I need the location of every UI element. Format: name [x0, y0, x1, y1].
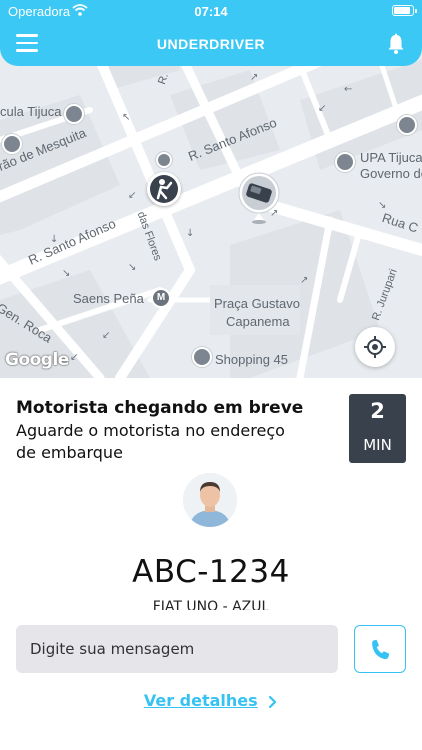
- phone-icon: [372, 639, 390, 660]
- app-title: UNDERDRIVER: [156, 36, 266, 52]
- eta-value: 2: [370, 399, 385, 423]
- hospital-poi-icon[interactable]: [335, 152, 355, 172]
- bell-icon[interactable]: [384, 32, 408, 56]
- svg-text:←: ←: [344, 84, 352, 95]
- map-label-praca-gustavo: Praça Gustavo: [214, 296, 300, 311]
- vehicle-model: FIAT UNO - AZUL: [152, 599, 270, 610]
- map-label-cula-tijuca: cula Tijuca: [0, 104, 62, 119]
- shopping-bag-poi-icon[interactable]: [64, 104, 84, 124]
- restaurant-poi-icon[interactable]: [2, 134, 22, 154]
- view-details-link[interactable]: Ver detalhes: [0, 691, 422, 711]
- svg-text:↙: ↙: [70, 352, 78, 363]
- svg-text:↗: ↗: [250, 72, 258, 83]
- svg-text:↖: ↖: [122, 112, 130, 123]
- call-driver-button[interactable]: [354, 625, 406, 673]
- message-input[interactable]: [16, 625, 338, 673]
- ride-status-subtext: Aguarde o motorista no endereço de embar…: [16, 421, 285, 462]
- svg-text:↙: ↙: [102, 330, 110, 341]
- svg-text:↓: ↓: [186, 228, 194, 239]
- driver-avatar[interactable]: [183, 473, 237, 527]
- ride-status-heading: Motorista chegando em breve: [16, 398, 304, 418]
- screen: ↖ ↙ ← ← ↘ ↗ ↙ ↓ ↙ ↙ ↗ ↗ ↘ ↘ ↓ cula Tijuc…: [0, 0, 422, 750]
- view-details-label: Ver detalhes: [143, 691, 258, 710]
- svg-text:↗: ↗: [300, 275, 308, 286]
- clock-time: 07:14: [194, 4, 228, 19]
- chevron-right-icon: [269, 695, 277, 708]
- svg-text:↙: ↙: [318, 103, 326, 114]
- car-marker[interactable]: [237, 172, 281, 228]
- map-label-capanema: Capanema: [226, 314, 290, 329]
- eta-unit: MIN: [363, 436, 392, 454]
- google-attribution-logo: Google: [5, 350, 69, 370]
- vehicle-plate: ABC-1234: [132, 554, 290, 590]
- car-marker-icon: [238, 172, 280, 224]
- passenger-marker[interactable]: [147, 172, 181, 206]
- nav-bar: UNDERDRIVER: [0, 22, 422, 66]
- svg-text:↘: ↘: [128, 262, 136, 273]
- map-label-saens-pena: Saens Peña: [73, 291, 144, 306]
- passenger-waving-icon: [150, 175, 178, 203]
- shopping-poi-icon[interactable]: [192, 347, 212, 367]
- driver-photo: [183, 473, 237, 527]
- bus-stop-poi-icon[interactable]: [156, 152, 172, 168]
- map-label-governo-de: Governo de: [360, 166, 422, 181]
- museum-poi-icon[interactable]: [397, 115, 417, 135]
- eta-badge: 2 MIN: [349, 394, 406, 463]
- metro-station-icon[interactable]: M: [151, 288, 171, 308]
- svg-text:↘: ↘: [62, 268, 70, 279]
- map-label-shopping-45: Shopping 45: [215, 352, 289, 367]
- hamburger-menu-icon[interactable]: [16, 34, 38, 54]
- battery-icon: [392, 5, 417, 16]
- locate-target-icon: [364, 336, 386, 358]
- status-bar: Operadora 07:14: [0, 0, 422, 22]
- svg-text:↙: ↙: [128, 190, 136, 201]
- map-label-upa-tijuca: UPA Tijuca: [360, 150, 422, 165]
- locate-me-button[interactable]: [355, 327, 395, 367]
- ride-status-panel: Motorista chegando em breve Aguarde o mo…: [0, 378, 422, 750]
